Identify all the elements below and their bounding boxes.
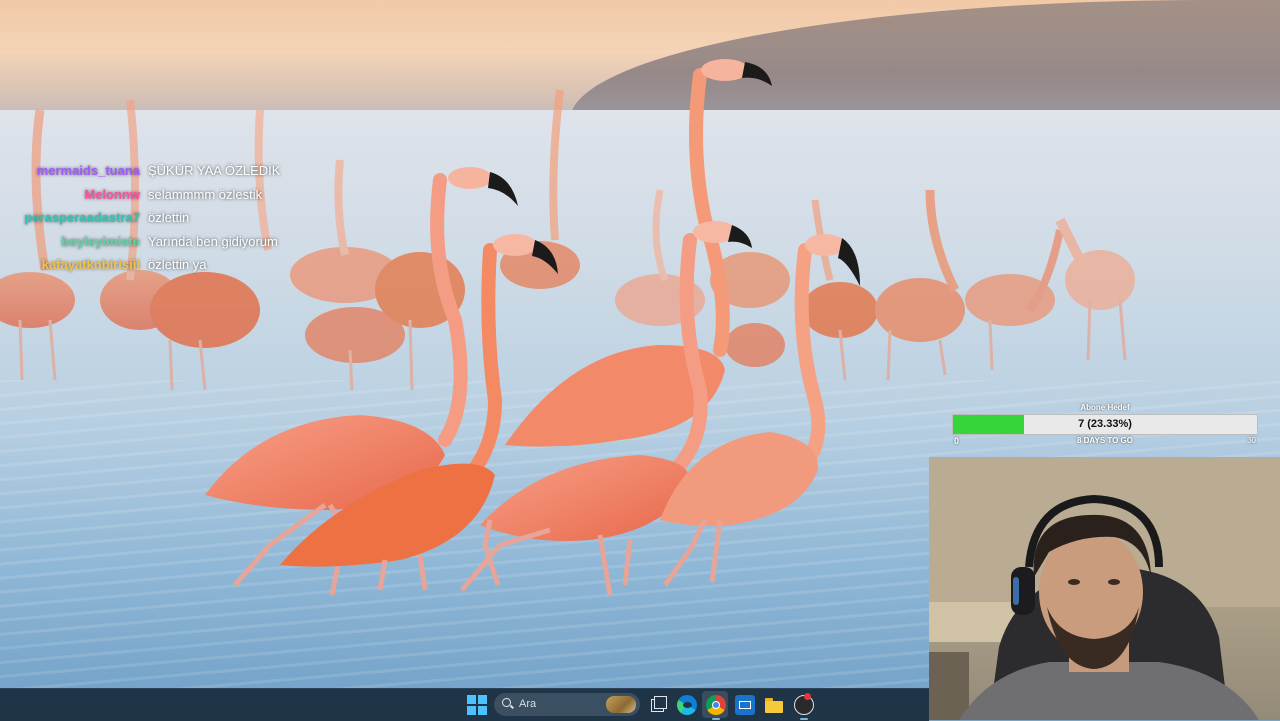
- edge-icon[interactable]: [677, 695, 697, 715]
- chat-username: Melonnw: [84, 186, 140, 202]
- chat-username: mermaids_tuana: [36, 163, 140, 178]
- goal-value: 7 (23.33%): [1078, 418, 1132, 430]
- chat-username: perasperaadastra7: [24, 210, 140, 225]
- obs-icon[interactable]: [794, 693, 814, 715]
- goal-title: Abone Hedef: [1080, 403, 1130, 412]
- subscriber-goal-widget: Abone Hedef 7 (23.33%) 0 8 DAYS TO GO 30: [952, 402, 1258, 447]
- search-icon: [502, 698, 511, 707]
- chrome-icon[interactable]: [706, 695, 726, 715]
- search-placeholder: Ara: [519, 698, 537, 710]
- chat-username: kafayatknbirisiii: [41, 257, 140, 272]
- webcam-person: [929, 457, 1280, 720]
- chat-text: özlettin: [148, 210, 190, 225]
- chat-text: Yarında ben gidiyorum: [148, 233, 278, 249]
- chat-text: özlettin ya: [148, 257, 207, 272]
- chat-message: mermaids_tuana ŞÜKÜR YAA ÖZLEDİK: [0, 160, 320, 184]
- chat-message: Melonnw selammmm özlestik: [0, 184, 320, 208]
- chat-message: kafayatknbirisiii özlettin ya: [0, 254, 320, 278]
- chat-text: ŞÜKÜR YAA ÖZLEDİK: [148, 163, 281, 178]
- goal-footer: 0 8 DAYS TO GO 30: [952, 435, 1258, 447]
- search-highlight-icon: [606, 696, 636, 713]
- file-explorer-icon[interactable]: [764, 695, 784, 715]
- goal-max: 30: [1247, 436, 1256, 445]
- windows-start-icon[interactable]: [467, 695, 487, 715]
- chat-message: perasperaadastra7 özlettin: [0, 207, 320, 231]
- windows-taskbar: Ara: [0, 688, 929, 721]
- taskbar-search-box[interactable]: Ara: [494, 693, 640, 716]
- task-view-icon[interactable]: [648, 695, 668, 715]
- chat-message: boyleyimiste Yarında ben gidiyorum: [0, 231, 320, 255]
- goal-progress-bar: 7 (23.33%): [952, 414, 1258, 435]
- webcam-feed: [929, 457, 1280, 720]
- chat-username: boyleyimiste: [61, 233, 140, 249]
- chat-text: selammmm özlestik: [148, 186, 263, 202]
- stream-chat: mermaids_tuana ŞÜKÜR YAA ÖZLEDİK Melonnw…: [0, 160, 320, 278]
- goal-days-left: 8 DAYS TO GO: [1076, 436, 1134, 445]
- mail-icon[interactable]: [735, 695, 755, 715]
